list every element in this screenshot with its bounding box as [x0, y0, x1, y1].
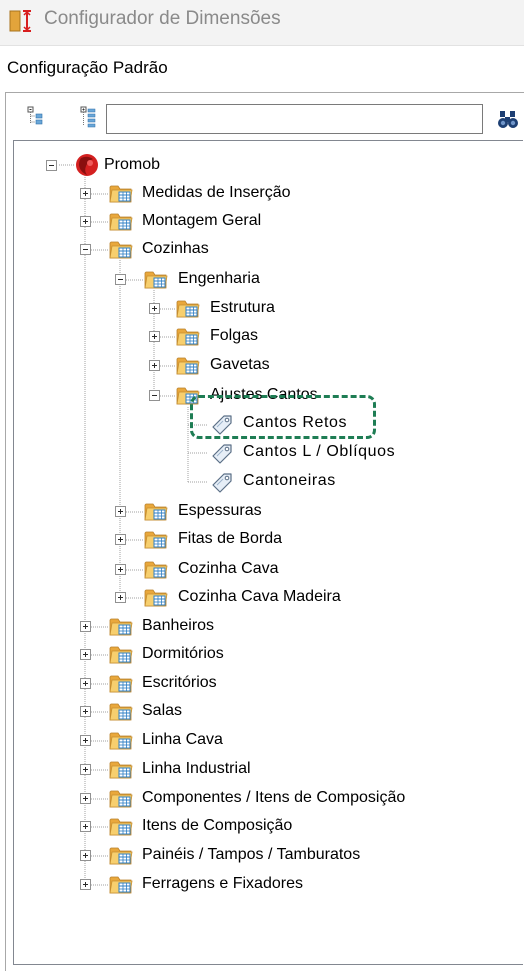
expand-toggle[interactable] [115, 592, 126, 603]
expand-toggle[interactable] [115, 506, 126, 517]
expand-toggle[interactable] [80, 649, 91, 660]
tree-node-label: Medidas de Inserção [142, 184, 291, 201]
folder-icon [144, 499, 168, 523]
folder-icon [109, 699, 133, 723]
highlight-annotation [190, 395, 376, 439]
tag-icon [210, 440, 234, 464]
expand-toggle[interactable] [80, 850, 91, 861]
expand-toggle[interactable] [80, 879, 91, 890]
tree-node-label: Montagem Geral [142, 212, 262, 229]
folder-icon [144, 527, 168, 551]
folder-icon [109, 237, 133, 261]
collapse-toggle[interactable] [46, 160, 57, 171]
expand-toggle[interactable] [80, 735, 91, 746]
tree-node-label: Dormitórios [142, 645, 224, 662]
expand-toggle[interactable] [149, 360, 160, 371]
collapse-toggle[interactable] [115, 274, 126, 285]
expand-toggle[interactable] [80, 621, 91, 632]
tree-node-label: Cantoneiras [243, 472, 336, 489]
tree-node-label: Cozinha Cava Madeira [178, 588, 341, 605]
tree-node-label: Cozinhas [142, 240, 209, 257]
folder-icon [144, 557, 168, 581]
folder-icon [109, 181, 133, 205]
tree-node-label: Fitas de Borda [178, 530, 283, 547]
expand-toggle[interactable] [149, 331, 160, 342]
folder-icon [109, 614, 133, 638]
tree-node-label: Espessuras [178, 502, 262, 519]
folder-icon [144, 267, 168, 291]
tree-node-label: Ferragens e Fixadores [142, 875, 303, 892]
folder-icon [109, 872, 133, 896]
tree-node-label: Linha Industrial [142, 760, 251, 777]
folder-icon [109, 786, 133, 810]
folder-icon [109, 209, 133, 233]
expand-toggle[interactable] [80, 706, 91, 717]
tree-node-label: Folgas [210, 327, 259, 344]
folder-icon [176, 353, 200, 377]
tree-node-label: Linha Cava [142, 731, 223, 748]
folder-icon [109, 671, 133, 695]
folder-icon [109, 728, 133, 752]
tree-node-label: Itens de Composição [142, 817, 293, 834]
tree-node-label: Cozinha Cava [178, 560, 279, 577]
folder-icon [109, 843, 133, 867]
expand-toggle[interactable] [80, 764, 91, 775]
expand-toggle[interactable] [80, 793, 91, 804]
tree-node-label: Estrutura [210, 299, 275, 316]
expand-toggle[interactable] [80, 678, 91, 689]
tree-node-label: Engenharia [178, 270, 260, 287]
folder-icon [176, 296, 200, 320]
folder-icon [144, 585, 168, 609]
tree-node-label: Painéis / Tampos / Tamburatos [142, 846, 361, 863]
expand-toggle[interactable] [80, 216, 91, 227]
collapse-toggle[interactable] [149, 390, 160, 401]
expand-toggle[interactable] [115, 534, 126, 545]
tag-icon [210, 469, 234, 493]
folder-icon [109, 757, 133, 781]
collapse-toggle[interactable] [80, 244, 91, 255]
expand-toggle[interactable] [115, 564, 126, 575]
tree-node-label: Promob [104, 156, 161, 173]
expand-toggle[interactable] [149, 303, 160, 314]
tree-node-label: Gavetas [210, 356, 270, 373]
expand-toggle[interactable] [80, 821, 91, 832]
folder-icon [109, 814, 133, 838]
tree-node-label: Banheiros [142, 617, 215, 634]
folder-icon [109, 642, 133, 666]
promob-logo-icon [76, 154, 98, 176]
tree-node-label: Escritórios [142, 674, 217, 691]
tree-node-label: Cantos L / Oblíquos [243, 443, 396, 460]
expand-toggle[interactable] [80, 188, 91, 199]
folder-icon [176, 324, 200, 348]
tree-node-label: Salas [142, 702, 183, 719]
tree-node-label: Componentes / Itens de Composição [142, 789, 406, 806]
